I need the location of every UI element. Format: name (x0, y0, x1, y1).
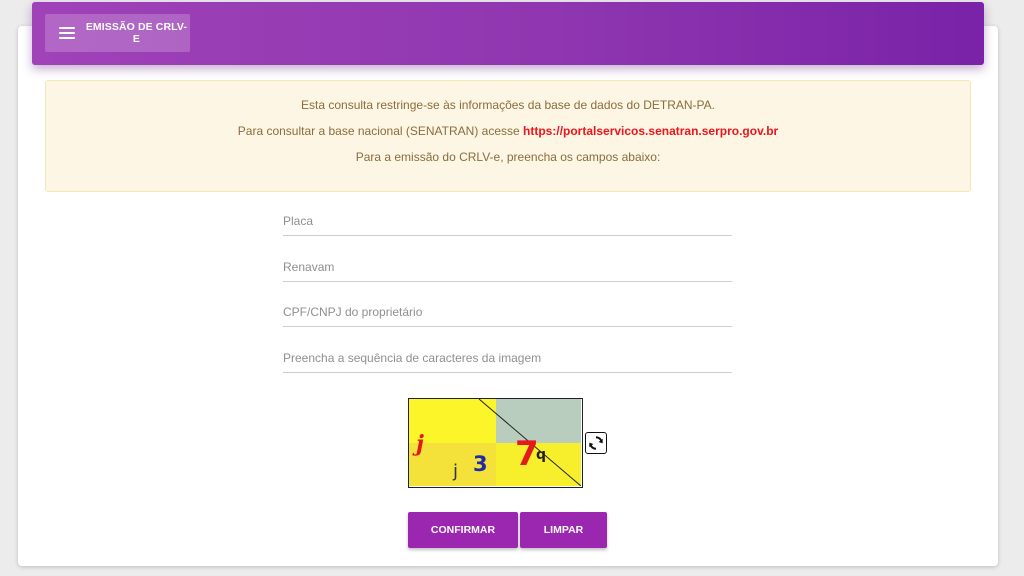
captcha-image: j j 3 7 q (408, 398, 583, 488)
confirmar-button[interactable]: CONFIRMAR (408, 512, 518, 548)
limpar-button[interactable]: LIMPAR (520, 512, 607, 548)
renavam-input[interactable] (283, 252, 732, 282)
notice-line-2-text: Para consultar a base nacional (SENATRAN… (237, 124, 524, 138)
notice-line-2: Para consultar a base nacional (SENATRAN… (46, 124, 970, 138)
captcha-text-input[interactable] (283, 343, 732, 373)
menu-button-label: EMISSÃO DE CRLV-E (85, 21, 187, 45)
refresh-icon (589, 436, 603, 450)
captcha-image-graphic: j j 3 7 q (409, 398, 582, 487)
senatran-portal-link[interactable]: https://portalservicos.senatran.serpro.g… (523, 124, 778, 138)
cpf-cnpj-input[interactable] (283, 297, 732, 327)
captcha-refresh-button[interactable] (585, 432, 607, 454)
info-notice-box: Esta consulta restringe-se às informaçõe… (45, 80, 971, 192)
placa-input[interactable] (283, 206, 732, 236)
notice-line-3: Para a emissão do CRLV-e, preencha os ca… (355, 150, 661, 164)
captcha-char-2: j (452, 461, 458, 482)
notice-line-1: Esta consulta restringe-se às informaçõe… (301, 98, 715, 112)
hamburger-menu-icon (59, 27, 75, 39)
captcha-char-5: q (536, 447, 546, 463)
captcha-char-3: 3 (473, 452, 488, 476)
top-header-bar: EMISSÃO DE CRLV-E (32, 2, 984, 65)
emissao-crlv-menu-button[interactable]: EMISSÃO DE CRLV-E (45, 14, 190, 52)
